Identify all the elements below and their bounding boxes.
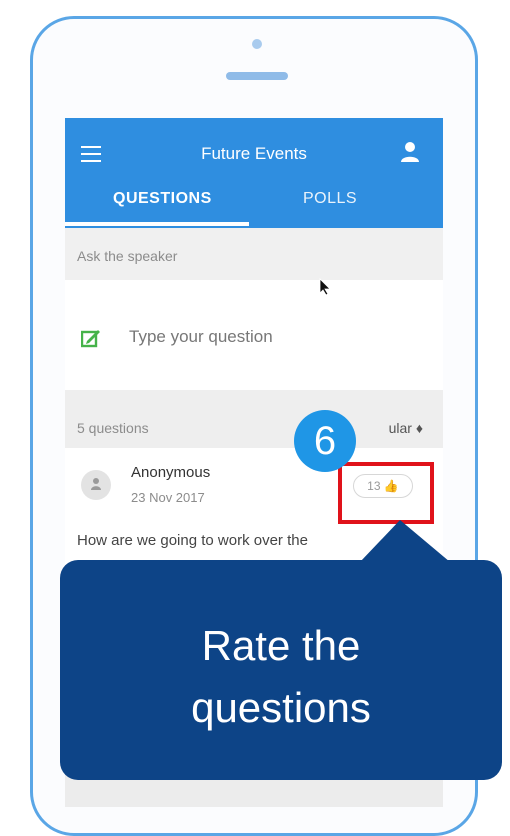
question-author: Anonymous (131, 464, 211, 481)
question-count: 5 questions (77, 420, 149, 436)
user-icon[interactable] (399, 140, 421, 164)
sort-label: ular (388, 420, 412, 436)
callout-line-2: questions (191, 684, 371, 731)
person-icon (91, 478, 101, 490)
highlight-box (338, 462, 434, 524)
tab-polls[interactable]: POLLS (303, 190, 357, 208)
step-badge: 6 (294, 410, 356, 472)
questions-list-header: 5 questions ular ♦ (65, 390, 443, 448)
tab-questions[interactable]: QUESTIONS (113, 190, 212, 208)
mouse-cursor-icon (319, 278, 331, 296)
app-bar: Future Events QUESTIONS POLLS (65, 118, 443, 228)
question-input-row[interactable] (65, 280, 443, 391)
callout-pointer (360, 520, 450, 562)
avatar (81, 470, 111, 500)
app-title: Future Events (201, 144, 307, 163)
edit-icon (81, 330, 100, 348)
callout-line-1: Rate the (201, 622, 361, 669)
sort-selector[interactable]: ular ♦ (389, 420, 423, 436)
sort-icon: ♦ (415, 420, 423, 436)
question-input[interactable] (127, 326, 411, 348)
question-date: 23 Nov 2017 (131, 490, 205, 505)
phone-speaker (226, 72, 288, 80)
ask-speaker-label: Ask the speaker (77, 248, 178, 264)
ask-speaker-header: Ask the speaker (65, 228, 443, 280)
tab-indicator (65, 222, 249, 226)
phone-camera (252, 39, 262, 49)
callout-tooltip: Rate the questions (60, 520, 502, 780)
